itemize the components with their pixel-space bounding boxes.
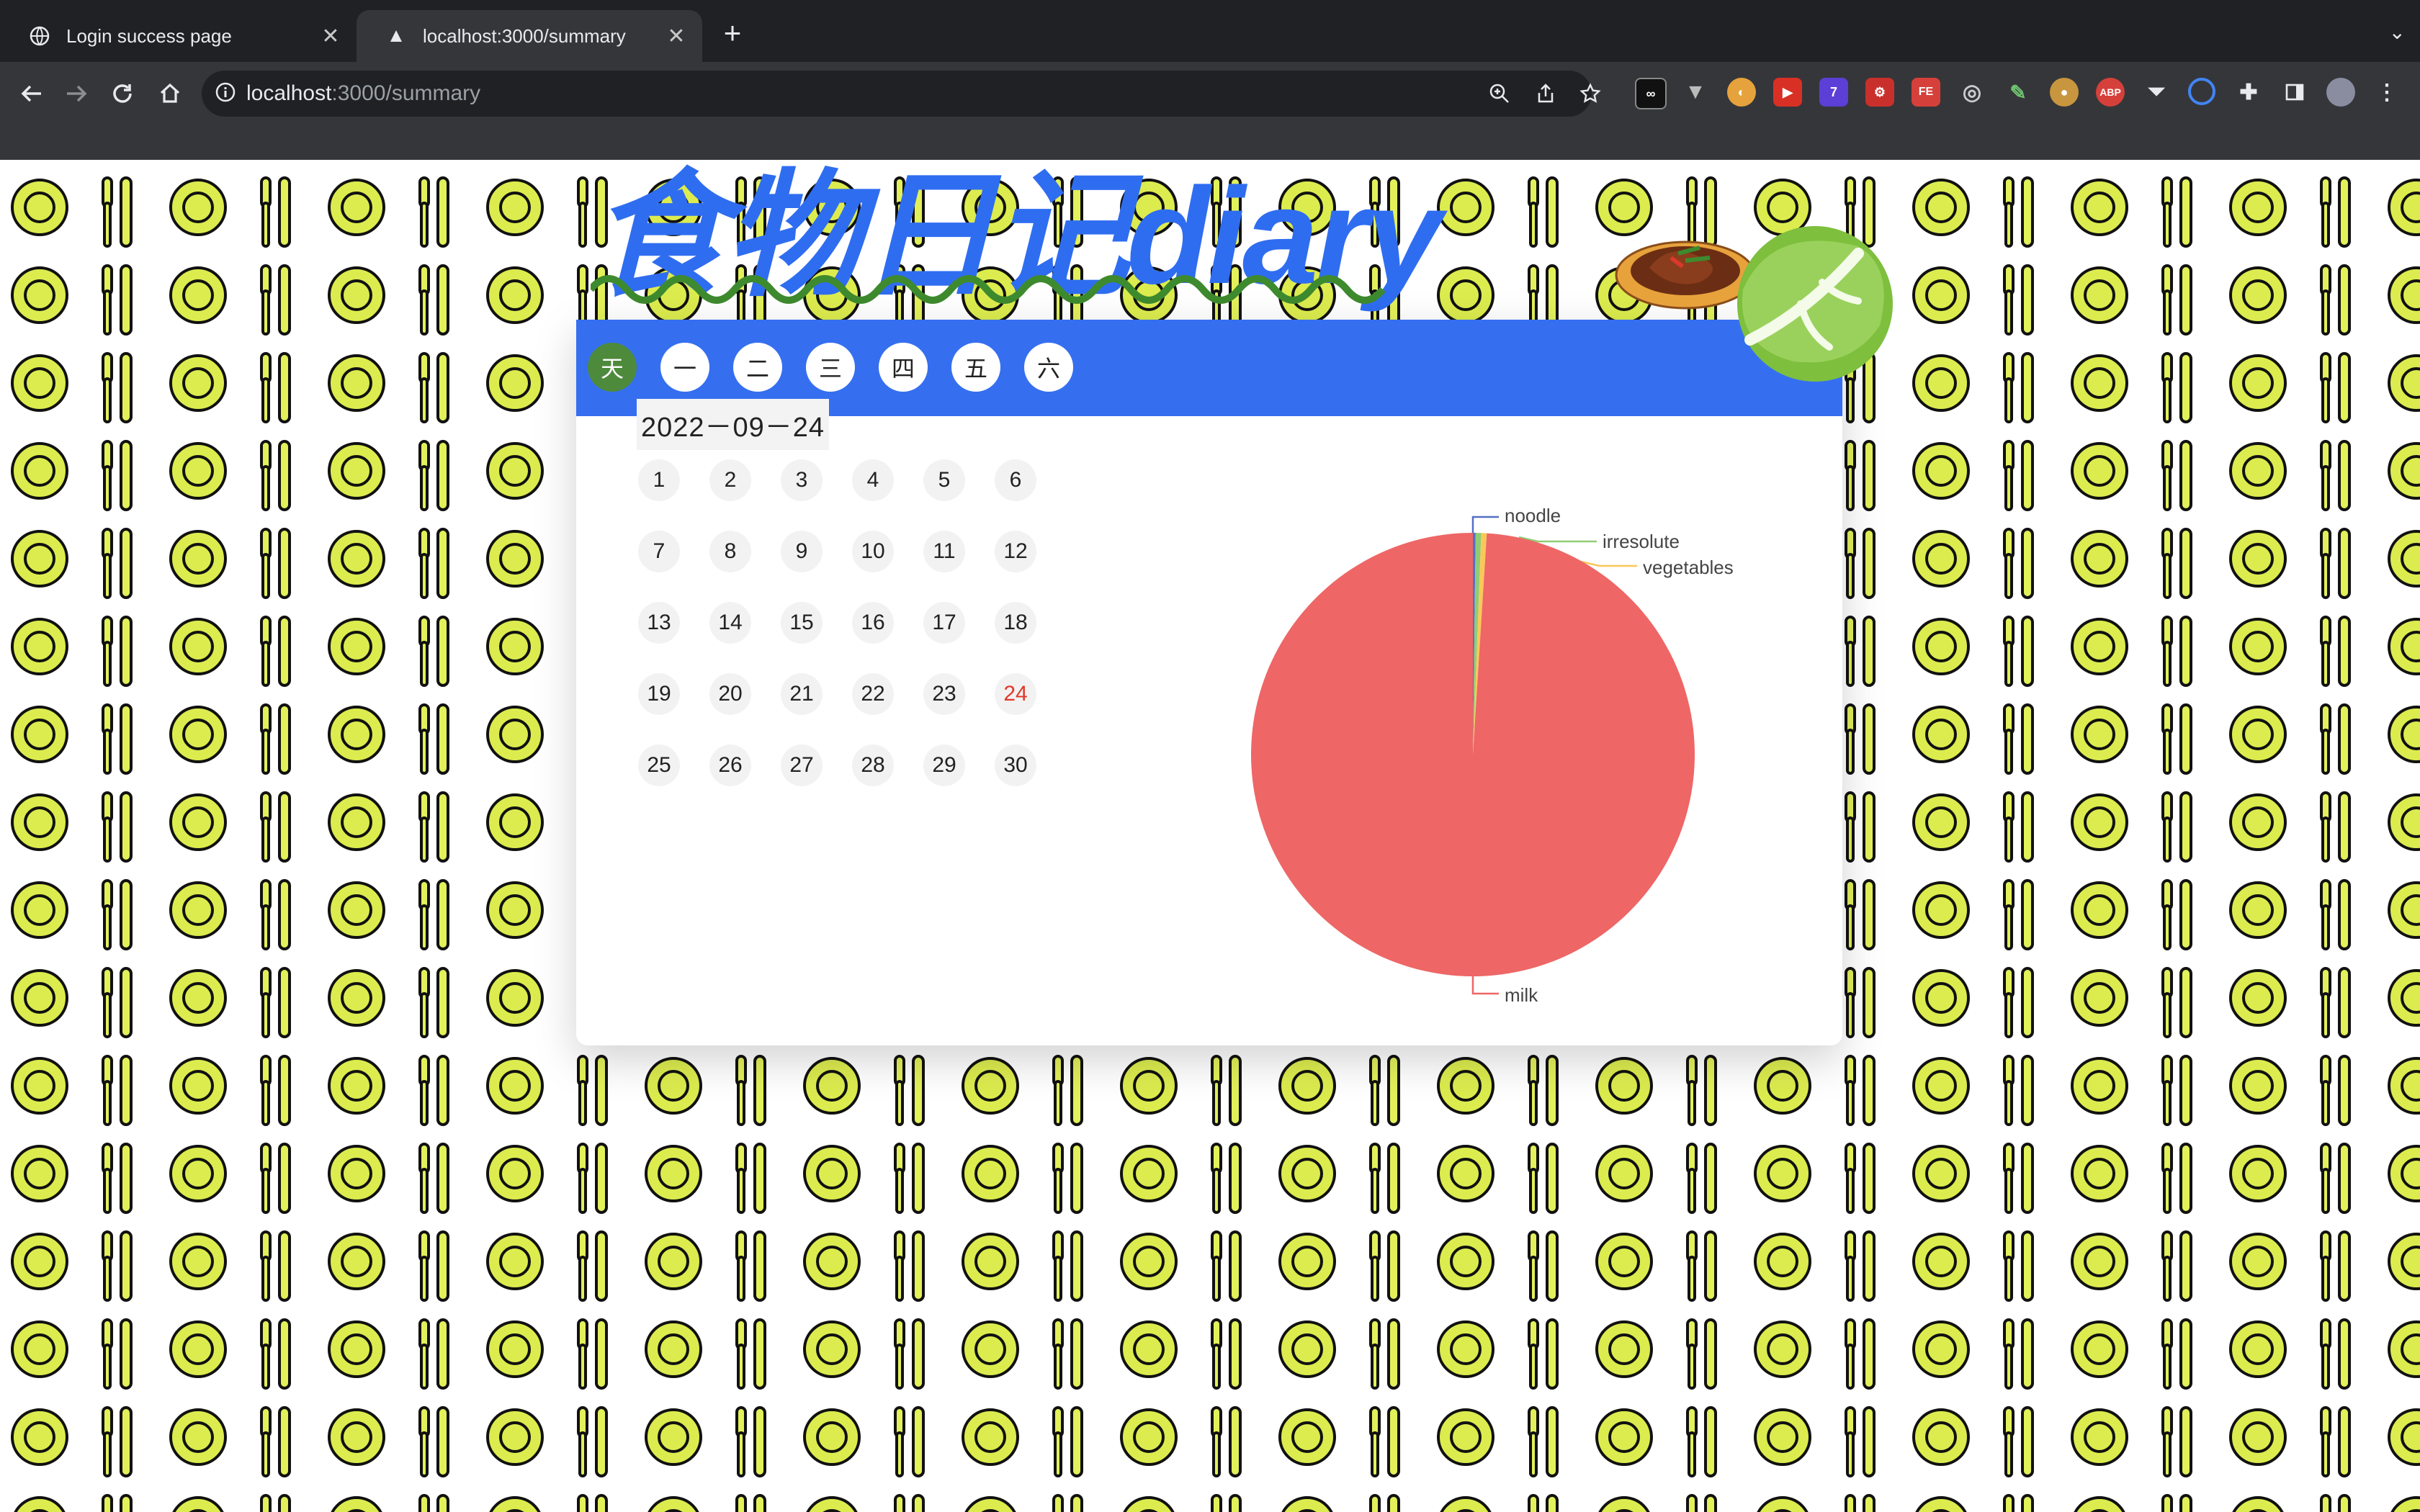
cabbage-icon (1737, 226, 1893, 382)
forward-arrow-icon[interactable] (55, 72, 98, 115)
site-info-icon[interactable] (215, 81, 236, 107)
tab-search-chevron-icon[interactable]: ⌄ (2389, 20, 2406, 44)
extension-fe-icon[interactable]: FE (1912, 78, 1940, 107)
bookmark-star-icon[interactable] (1574, 78, 1606, 109)
diary-panel: 天一二三四五六 2022－09－24 1 2 3 4 5 6 7 8 9 10 11 12 13 14 15… (576, 320, 1842, 1045)
pie-label-line (1471, 976, 1499, 995)
extension-media-icon[interactable]: ▶ (1773, 78, 1802, 107)
extensions-puzzle-icon[interactable]: ✚ (2234, 78, 2263, 107)
squiggle-decoration (591, 275, 1386, 304)
tab-login-success[interactable]: Login success page ✕ (0, 10, 357, 62)
profile-avatar[interactable] (2326, 78, 2355, 107)
browser-toolbar: localhost:3000/summary ∞ ▼ ◐ ▶ 7 ⚙ FE ◎ … (0, 62, 2420, 210)
extension-robot-icon[interactable]: ⚙ (1865, 78, 1894, 107)
address-bar[interactable]: localhost:3000/summary (202, 71, 1601, 117)
pie-label: irresolute (1603, 531, 1680, 552)
close-tab-icon[interactable]: ✕ (662, 24, 691, 49)
globe-icon (29, 25, 50, 47)
extension-badge-7-icon[interactable]: 7 (1819, 78, 1848, 107)
extension-pen-icon[interactable]: ✎ (2004, 78, 2033, 107)
extension-filter-icon[interactable]: ⏷ (2142, 78, 2171, 107)
menu-kebab-icon[interactable]: ⋮ (2372, 78, 2401, 107)
pie-label-line (1471, 516, 1499, 533)
new-tab-button[interactable]: + (717, 17, 748, 49)
url-path: :3000/summary (331, 81, 481, 105)
tab-title: Login success page (66, 24, 232, 47)
pie-label: vegetables (1643, 557, 1734, 578)
tab-strip: Login success page ✕ localhost:3000/summ… (0, 0, 2420, 62)
title-header: 食物日记diary (591, 160, 1455, 325)
extension-cookie-icon[interactable]: ◐ (1727, 78, 1756, 107)
extension-adblock-icon[interactable]: ABP (2096, 78, 2125, 107)
app-favicon-icon (385, 25, 407, 47)
zoom-icon[interactable] (1484, 78, 1515, 109)
home-icon[interactable] (148, 72, 192, 115)
extension-vue-icon[interactable]: ▼ (1681, 78, 1710, 107)
extension-ghost-icon[interactable]: ∞ (1635, 78, 1667, 109)
tab-summary[interactable]: localhost:3000/summary ✕ (357, 10, 702, 62)
extension-color-icon[interactable] (2188, 78, 2215, 105)
url-host: localhost (246, 81, 332, 105)
pie-slice-milk[interactable] (1250, 533, 1695, 976)
back-arrow-icon[interactable] (10, 72, 53, 115)
close-tab-icon[interactable]: ✕ (316, 24, 345, 49)
tab-title: localhost:3000/summary (423, 24, 626, 47)
extension-target-icon[interactable]: ◎ (1958, 78, 1986, 107)
share-icon[interactable] (1530, 78, 1561, 109)
page-background: 食物日记diary 天一二三四五六 2022－09－24 1 2 3 4 5 6 7 8 9 10… (0, 160, 2420, 1512)
reload-icon[interactable] (101, 72, 144, 115)
pie-label-line (1580, 560, 1637, 567)
extension-cookie2-icon[interactable]: ● (2050, 78, 2079, 107)
side-panel-icon[interactable] (2280, 78, 2309, 107)
pie-label: milk (1505, 984, 1538, 1006)
pie-chart: noodle irresolute vegetables milk (1250, 505, 1734, 1006)
pie-label: noodle (1505, 505, 1561, 526)
